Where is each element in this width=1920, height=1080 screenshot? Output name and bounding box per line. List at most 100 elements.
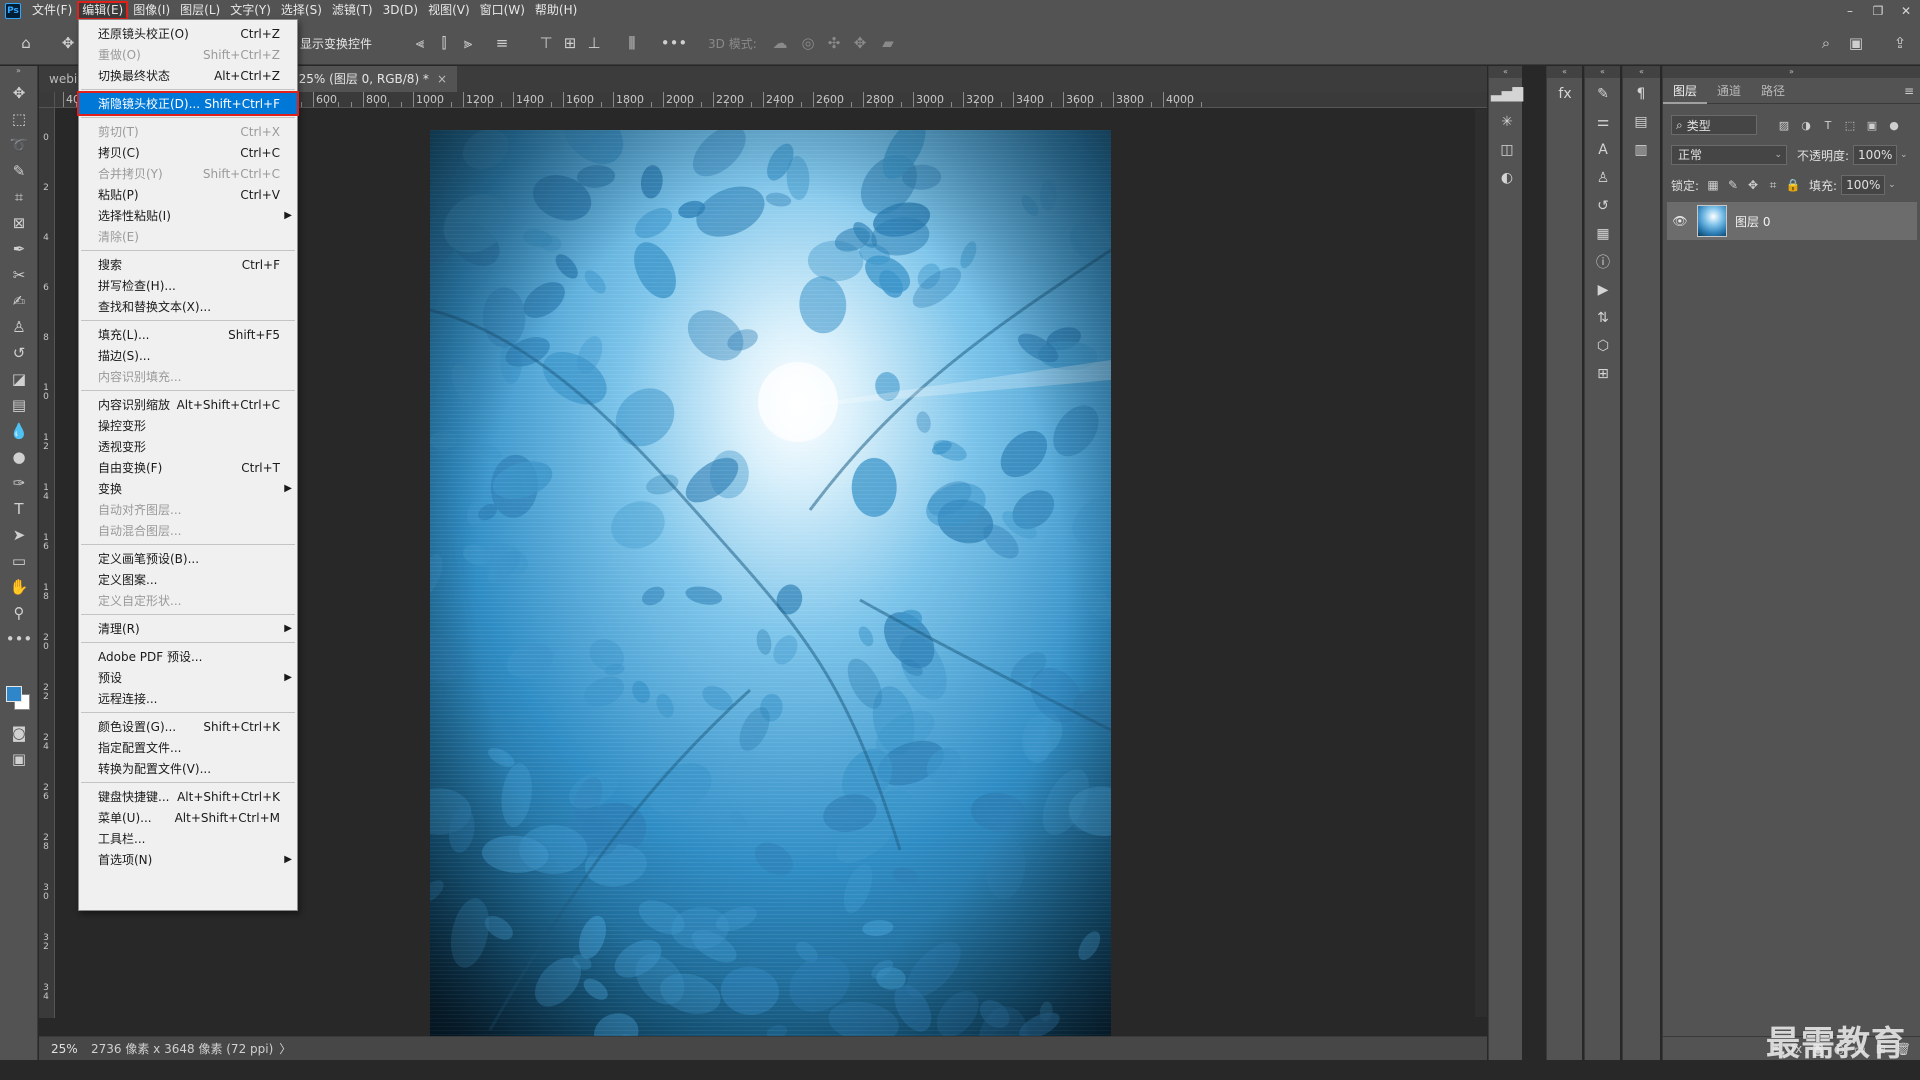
menu-3d[interactable]: 3D(D) [378, 1, 423, 20]
adjustments-icon[interactable]: ◫ [1489, 136, 1525, 164]
edit-menu-item[interactable]: 颜色设置(G)... Shift+Ctrl+K [79, 716, 297, 737]
distribute-vertical-icon[interactable]: ⫼ [622, 33, 642, 53]
restore-button[interactable]: ❐ [1864, 0, 1892, 21]
lock-position-icon[interactable]: ✥ [1743, 175, 1763, 195]
edit-menu-item[interactable]: 渐隐镜头校正(D)... Shift+Ctrl+F [77, 91, 299, 116]
chevron-down-icon[interactable]: ⌄ [1900, 150, 1908, 160]
foreground-color-swatch[interactable] [6, 686, 22, 702]
edit-menu-item[interactable]: 指定配置文件... [79, 737, 297, 758]
tab-channels[interactable]: 通道 [1707, 78, 1751, 104]
histogram-icon[interactable]: ▃▅▇ [1489, 80, 1525, 108]
more-options-icon[interactable]: ••• [661, 33, 688, 53]
info-icon[interactable]: ⓘ [1585, 248, 1621, 276]
styles-fx-icon[interactable]: fx [1547, 80, 1583, 108]
edit-menu-item[interactable]: Adobe PDF 预设... [79, 646, 297, 667]
minimize-button[interactable]: – [1836, 0, 1864, 21]
pen-icon[interactable]: ✑ [0, 470, 38, 496]
edit-menu-item[interactable]: 工具栏... [79, 828, 297, 849]
menu-edit[interactable]: 编辑(E) [77, 1, 129, 20]
edit-menu-item[interactable]: 拼写检查(H)... [79, 275, 297, 296]
filter-adjustment-icon[interactable]: ◑ [1795, 115, 1817, 135]
zoom-icon[interactable]: ⚲ [0, 600, 38, 626]
more-tools-icon[interactable]: ••• [0, 626, 38, 652]
eyedropper-icon[interactable]: ✒ [0, 236, 38, 262]
clone-source-icon[interactable]: ♙ [1585, 164, 1621, 192]
rectangle-icon[interactable]: ▭ [0, 548, 38, 574]
status-menu-icon[interactable]: 〉 [279, 1040, 291, 1057]
opacity-field[interactable]: 100% [1853, 145, 1898, 165]
blend-mode-select[interactable]: 正常 ⌄ [1671, 145, 1787, 165]
filter-toggle-icon[interactable]: ● [1883, 115, 1905, 135]
layer-filter-select[interactable]: ⌕ 类型 [1671, 115, 1757, 135]
move-icon[interactable]: ✥ [0, 80, 38, 106]
align-middle-icon[interactable]: ⊞ [560, 33, 580, 53]
menu-type[interactable]: 文字(Y) [225, 1, 276, 20]
properties-icon[interactable]: ⚌ [1585, 108, 1621, 136]
actions-icon[interactable]: ▶ [1585, 276, 1621, 304]
share-icon[interactable]: ⇪ [1890, 33, 1910, 53]
layer-thumbnail[interactable] [1697, 205, 1727, 237]
move-tool-icon[interactable]: ✥ [58, 33, 78, 53]
type-icon[interactable]: T [0, 496, 38, 522]
healing-icon[interactable]: ✂ [0, 262, 38, 288]
menu-image[interactable]: 图像(I) [128, 1, 175, 20]
clone-stamp-icon[interactable]: ♙ [0, 314, 38, 340]
collapse-icon[interactable]: « [1585, 66, 1620, 78]
edit-menu-item[interactable]: 菜单(U)... Alt+Shift+Ctrl+M [79, 807, 297, 828]
edit-menu-item[interactable]: 粘贴(P) Ctrl+V [79, 184, 297, 205]
menu-filter[interactable]: 滤镜(T) [327, 1, 378, 20]
edit-menu-item[interactable]: 搜索 Ctrl+F [79, 254, 297, 275]
canvas-image[interactable] [430, 130, 1111, 1043]
dodge-icon[interactable]: ● [0, 444, 38, 470]
edit-menu-item[interactable]: 定义画笔预设(B)... [79, 548, 297, 569]
menu-select[interactable]: 选择(S) [276, 1, 327, 20]
crop-icon[interactable]: ⌗ [0, 184, 38, 210]
vertical-scrollbar[interactable] [1475, 109, 1487, 1017]
navigator-icon[interactable]: ✳ [1489, 108, 1525, 136]
panel-menu-icon[interactable]: ≡ [1904, 84, 1914, 98]
edit-menu-item[interactable]: 切换最终状态 Alt+Ctrl+Z [79, 65, 297, 86]
menu-view[interactable]: 视图(V) [423, 1, 475, 20]
show-transform-controls-label[interactable]: 显示变换控件 [300, 35, 372, 52]
lock-pixels-icon[interactable]: ✎ [1723, 175, 1743, 195]
color-swatches[interactable] [6, 678, 34, 710]
edit-menu-item[interactable]: 远程连接... [79, 688, 297, 709]
lock-all-icon[interactable]: 🔒 [1783, 175, 1803, 195]
layer-name[interactable]: 图层 0 [1735, 213, 1770, 230]
lasso-icon[interactable]: ➰ [0, 132, 38, 158]
filter-pixel-icon[interactable]: ▨ [1773, 115, 1795, 135]
eraser-icon[interactable]: ◪ [0, 366, 38, 392]
workspace-icon[interactable]: ▣ [1846, 33, 1866, 53]
menu-window[interactable]: 窗口(W) [475, 1, 530, 20]
edit-menu-item[interactable]: 转换为配置文件(V)... [79, 758, 297, 779]
edit-menu-item[interactable]: 填充(L)... Shift+F5 [79, 324, 297, 345]
edit-menu-item[interactable]: 自由变换(F) Ctrl+T [79, 457, 297, 478]
vertical-ruler[interactable]: 024681012141618202224262830323436 [39, 108, 55, 1018]
screen-mode-icon[interactable]: ▣ [0, 746, 38, 772]
menu-file[interactable]: 文件(F) [27, 1, 77, 20]
lock-artboard-icon[interactable]: ⌗ [1763, 175, 1783, 195]
menu-help[interactable]: 帮助(H) [530, 1, 582, 20]
quick-mask-icon[interactable]: ◙ [0, 720, 38, 746]
toolbar-collapse-icon[interactable]: » [0, 66, 37, 80]
align-right-icon[interactable]: ⫸ [458, 33, 478, 53]
distribute-icon[interactable]: ≡ [492, 33, 512, 53]
edit-menu-item[interactable]: 键盘快捷键... Alt+Shift+Ctrl+K [79, 786, 297, 807]
edit-menu-item[interactable]: 查找和替换文本(X)... [79, 296, 297, 317]
paragraph-styles-icon[interactable]: ▤ [1623, 108, 1659, 136]
timeline-icon[interactable]: ⊞ [1585, 360, 1621, 388]
filter-shape-icon[interactable]: ⬚ [1839, 115, 1861, 135]
search-icon[interactable]: ⌕ [1816, 33, 1836, 53]
filter-smart-object-icon[interactable]: ▣ [1861, 115, 1883, 135]
edit-menu-item[interactable]: 选择性粘贴(I) ▶ [79, 205, 297, 226]
collapse-icon[interactable]: « [1623, 66, 1660, 78]
libraries-icon[interactable]: ▦ [1585, 220, 1621, 248]
history-brush-icon[interactable]: ↺ [0, 340, 38, 366]
layer-comps-icon[interactable]: ⇅ [1585, 304, 1621, 332]
chevron-down-icon[interactable]: ⌄ [1888, 180, 1896, 190]
collapse-icon[interactable]: » [1663, 66, 1920, 78]
edit-menu-item[interactable]: 清理(R) ▶ [79, 618, 297, 639]
edit-menu-item[interactable]: 定义图案... [79, 569, 297, 590]
close-button[interactable]: ✕ [1892, 0, 1920, 21]
marquee-icon[interactable]: ⬚ [0, 106, 38, 132]
